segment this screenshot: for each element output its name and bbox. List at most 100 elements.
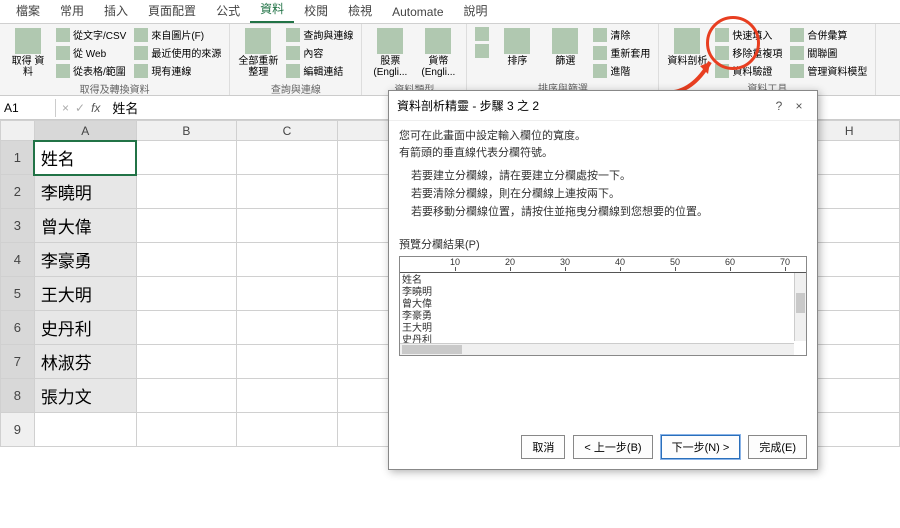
- funnel-icon: [552, 28, 578, 54]
- sort-desc[interactable]: [473, 43, 491, 59]
- preview-box[interactable]: 10 20 30 40 50 60 70 姓名 李曉明 曾大偉 李豪勇 王大明 …: [399, 256, 807, 356]
- stocks-button[interactable]: 股票 (Engli...: [368, 26, 412, 80]
- existing-conn[interactable]: 現有連線: [132, 62, 223, 79]
- consolidate-icon: [790, 28, 804, 42]
- flash-icon: [715, 28, 729, 42]
- wizard-next-button[interactable]: 下一步(N) >: [661, 435, 741, 459]
- row-header[interactable]: 2: [1, 175, 35, 209]
- cell-A9[interactable]: [34, 413, 136, 447]
- clear-icon: [593, 28, 607, 42]
- from-web[interactable]: 從 Web: [54, 44, 128, 61]
- name-box[interactable]: A1: [0, 99, 56, 117]
- tab-layout[interactable]: 頁面配置: [138, 0, 206, 23]
- wizard-hint1: 若要建立分欄線，請在要建立分欄處按一下。: [411, 169, 807, 184]
- group-label: 查詢與連線: [271, 80, 321, 97]
- cancel-formula-icon[interactable]: ×: [62, 101, 69, 115]
- preview-rows: 姓名 李曉明 曾大偉 李豪勇 王大明 史丹利: [402, 275, 432, 347]
- row-header[interactable]: 9: [1, 413, 35, 447]
- queries-connections[interactable]: 查詢與連線: [284, 26, 355, 43]
- cell-A1[interactable]: 姓名: [34, 141, 136, 175]
- cell-A3[interactable]: 曾大偉: [34, 209, 136, 243]
- col-header-A[interactable]: A: [34, 121, 136, 141]
- enter-formula-icon[interactable]: ✓: [75, 101, 85, 115]
- tab-automate[interactable]: Automate: [382, 1, 453, 23]
- from-table[interactable]: 從表格/範圍: [54, 62, 128, 79]
- fx-icon[interactable]: fx: [91, 101, 100, 115]
- tab-help[interactable]: 說明: [454, 0, 498, 23]
- cell-A8[interactable]: 張力文: [34, 379, 136, 413]
- wizard-help-button[interactable]: ?: [769, 99, 789, 113]
- text-to-columns-button[interactable]: 資料剖析: [665, 26, 709, 69]
- get-data-button[interactable]: 取得 資料: [6, 26, 50, 80]
- from-picture[interactable]: 來自圖片(F): [132, 26, 223, 43]
- sort-asc[interactable]: [473, 26, 491, 42]
- text-to-columns-icon: [674, 28, 700, 54]
- flash-fill[interactable]: 快速填入: [713, 26, 784, 43]
- cell-A6[interactable]: 史丹利: [34, 311, 136, 345]
- group-queries: 全部重新整理 查詢與連線 內容 編輯連結 查詢與連線: [230, 24, 362, 95]
- table-icon: [56, 64, 70, 78]
- row-header[interactable]: 3: [1, 209, 35, 243]
- properties[interactable]: 內容: [284, 44, 355, 61]
- remove-dup[interactable]: 移除重複項: [713, 44, 784, 61]
- from-text-csv[interactable]: 從文字/CSV: [54, 26, 128, 43]
- tab-data[interactable]: 資料: [250, 0, 294, 23]
- wizard-hint3: 若要移動分欄線位置，請按住並拖曳分欄線到您想要的位置。: [411, 205, 807, 220]
- sort-icon: [504, 28, 530, 54]
- wizard-hint2: 若要清除分欄線，則在分欄線上連按兩下。: [411, 187, 807, 202]
- select-all[interactable]: [1, 121, 35, 141]
- connection-icon: [134, 64, 148, 78]
- preview-scrollbar-horizontal[interactable]: [400, 343, 794, 355]
- consolidate[interactable]: 合併彙算: [788, 26, 869, 43]
- tab-insert[interactable]: 插入: [94, 0, 138, 23]
- tab-home[interactable]: 常用: [50, 0, 94, 23]
- row-header[interactable]: 5: [1, 277, 35, 311]
- wizard-finish-button[interactable]: 完成(E): [748, 435, 807, 459]
- group-get-transform: 取得 資料 從文字/CSV 從 Web 從表格/範圍 來自圖片(F) 最近使用的…: [0, 24, 230, 95]
- advanced-icon: [593, 64, 607, 78]
- row-header[interactable]: 8: [1, 379, 35, 413]
- preview-ruler[interactable]: 10 20 30 40 50 60 70: [400, 257, 806, 273]
- preview-label: 預覽分欄結果(P): [399, 236, 807, 252]
- database-icon: [15, 28, 41, 54]
- tab-file[interactable]: 檔案: [6, 0, 50, 23]
- wizard-cancel-button[interactable]: 取消: [521, 435, 565, 459]
- text-to-columns-wizard: 資料剖析精靈 - 步驟 3 之 2 ? × 您可在此畫面中設定輸入欄位的寬度。 …: [388, 90, 818, 470]
- row-header[interactable]: 4: [1, 243, 35, 277]
- advanced-filter[interactable]: 進階: [591, 62, 652, 79]
- reapply-filter[interactable]: 重新套用: [591, 44, 652, 61]
- row-header[interactable]: 6: [1, 311, 35, 345]
- col-header-B[interactable]: B: [136, 121, 237, 141]
- cell-A5[interactable]: 王大明: [34, 277, 136, 311]
- sort-button[interactable]: 排序: [495, 26, 539, 69]
- col-header-C[interactable]: C: [237, 121, 338, 141]
- sort-az-icon: [475, 27, 489, 41]
- group-sort-filter: 排序 篩選 清除 重新套用 進階 排序與篩選: [467, 24, 659, 95]
- tab-review[interactable]: 校閱: [294, 0, 338, 23]
- row-header[interactable]: 7: [1, 345, 35, 379]
- group-datatypes: 股票 (Engli... 貨幣 (Engli... 資料類型: [362, 24, 467, 95]
- data-model-icon: [790, 64, 804, 78]
- data-model[interactable]: 管理資料模型: [788, 62, 869, 79]
- cell-A4[interactable]: 李豪勇: [34, 243, 136, 277]
- row-header[interactable]: 1: [1, 141, 35, 175]
- filter-button[interactable]: 篩選: [543, 26, 587, 69]
- refresh-all-button[interactable]: 全部重新整理: [236, 26, 280, 80]
- wizard-back-button[interactable]: < 上一步(B): [573, 435, 652, 459]
- sort-za-icon: [475, 44, 489, 58]
- refresh-icon: [245, 28, 271, 54]
- recent-sources[interactable]: 最近使用的來源: [132, 44, 223, 61]
- tab-formulas[interactable]: 公式: [206, 0, 250, 23]
- clear-filter[interactable]: 清除: [591, 26, 652, 43]
- tab-view[interactable]: 檢視: [338, 0, 382, 23]
- wizard-title: 資料剖析精靈 - 步驟 3 之 2: [397, 97, 769, 114]
- currency-button[interactable]: 貨幣 (Engli...: [416, 26, 460, 80]
- wizard-close-button[interactable]: ×: [789, 99, 809, 113]
- cell-A2[interactable]: 李曉明: [34, 175, 136, 209]
- ruler-tick: 50: [670, 257, 680, 267]
- cell-A7[interactable]: 林淑芬: [34, 345, 136, 379]
- data-validation[interactable]: 資料驗證: [713, 62, 784, 79]
- relationships[interactable]: 關聯圖: [788, 44, 869, 61]
- preview-scrollbar-vertical[interactable]: [794, 273, 806, 341]
- edit-links[interactable]: 編輯連結: [284, 62, 355, 79]
